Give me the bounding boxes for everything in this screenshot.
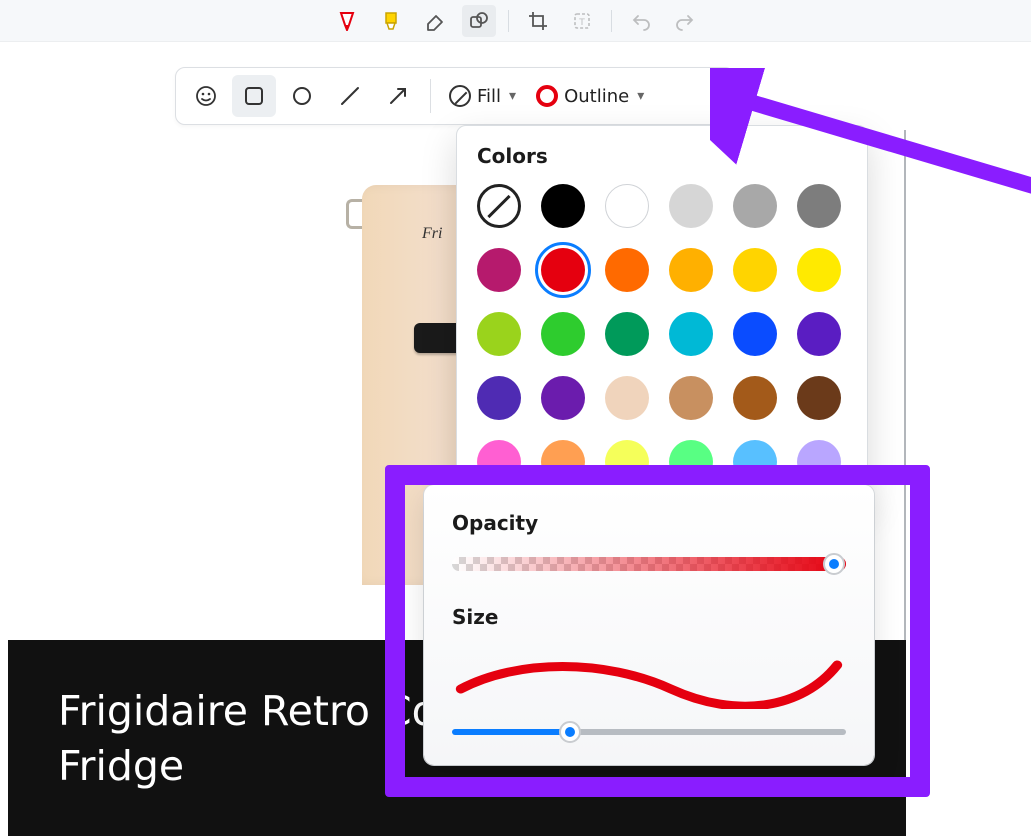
opacity-size-panel: Opacity Size xyxy=(424,485,874,765)
fill-label: Fill xyxy=(477,86,501,107)
size-preview xyxy=(452,651,846,709)
text-extract-icon[interactable]: T xyxy=(565,5,599,37)
chevron-down-icon: ▾ xyxy=(637,88,644,104)
color-swatch[interactable] xyxy=(797,312,841,356)
color-swatch[interactable] xyxy=(477,184,521,228)
color-swatch-grid xyxy=(477,184,847,484)
redo-icon[interactable] xyxy=(668,5,702,37)
color-swatch[interactable] xyxy=(797,440,841,484)
undo-icon[interactable] xyxy=(624,5,658,37)
fridge-bottle-opener xyxy=(346,199,362,229)
color-swatch[interactable] xyxy=(797,376,841,420)
svg-text:T: T xyxy=(578,18,585,28)
emoji-tool[interactable] xyxy=(184,75,228,117)
color-swatch[interactable] xyxy=(477,440,521,484)
color-swatch[interactable] xyxy=(605,376,649,420)
outline-dropdown[interactable]: Outline ▾ xyxy=(528,75,652,117)
outline-label: Outline xyxy=(564,86,629,107)
arrow-tool[interactable] xyxy=(376,75,420,117)
toolbar-separator xyxy=(611,10,612,32)
color-swatch[interactable] xyxy=(541,376,585,420)
highlighter-yellow-icon[interactable] xyxy=(374,5,408,37)
color-swatch[interactable] xyxy=(541,184,585,228)
outline-color-icon xyxy=(536,85,558,107)
outline-color-popover: Colors xyxy=(456,125,868,505)
size-heading: Size xyxy=(452,605,846,629)
color-swatch[interactable] xyxy=(733,184,777,228)
shapes-toolbar: Fill ▾ Outline ▾ xyxy=(175,67,735,125)
color-swatch[interactable] xyxy=(477,312,521,356)
shapes-icon[interactable] xyxy=(462,5,496,37)
eraser-icon[interactable] xyxy=(418,5,452,37)
color-swatch[interactable] xyxy=(605,440,649,484)
line-tool[interactable] xyxy=(328,75,372,117)
color-swatch[interactable] xyxy=(541,312,585,356)
color-swatch[interactable] xyxy=(733,440,777,484)
rectangle-tool[interactable] xyxy=(232,75,276,117)
opacity-slider-thumb[interactable] xyxy=(823,553,845,575)
color-swatch[interactable] xyxy=(605,248,649,292)
chevron-down-icon: ▾ xyxy=(509,88,516,104)
size-slider-thumb[interactable] xyxy=(559,721,581,743)
color-swatch[interactable] xyxy=(477,376,521,420)
main-toolbar: T xyxy=(0,0,1031,42)
color-swatch[interactable] xyxy=(733,248,777,292)
color-swatch[interactable] xyxy=(669,248,713,292)
color-swatch[interactable] xyxy=(477,248,521,292)
size-slider[interactable] xyxy=(452,729,846,735)
colors-heading: Colors xyxy=(477,144,847,168)
color-swatch[interactable] xyxy=(541,248,585,292)
color-swatch[interactable] xyxy=(669,376,713,420)
canvas-right-edge xyxy=(904,130,906,640)
fridge-brand-logo: Fri xyxy=(422,225,442,243)
color-swatch[interactable] xyxy=(733,312,777,356)
crop-icon[interactable] xyxy=(521,5,555,37)
opacity-slider[interactable] xyxy=(452,557,846,571)
color-swatch[interactable] xyxy=(797,248,841,292)
pen-red-icon[interactable] xyxy=(330,5,364,37)
color-swatch[interactable] xyxy=(605,184,649,228)
color-swatch[interactable] xyxy=(669,184,713,228)
color-swatch[interactable] xyxy=(733,376,777,420)
fill-dropdown[interactable]: Fill ▾ xyxy=(441,75,524,117)
circle-tool[interactable] xyxy=(280,75,324,117)
shapes-separator xyxy=(430,79,431,113)
color-swatch[interactable] xyxy=(669,312,713,356)
color-swatch[interactable] xyxy=(605,312,649,356)
no-fill-icon xyxy=(449,85,471,107)
toolbar-separator xyxy=(508,10,509,32)
color-swatch[interactable] xyxy=(541,440,585,484)
opacity-heading: Opacity xyxy=(452,511,846,535)
color-swatch[interactable] xyxy=(669,440,713,484)
color-swatch[interactable] xyxy=(797,184,841,228)
